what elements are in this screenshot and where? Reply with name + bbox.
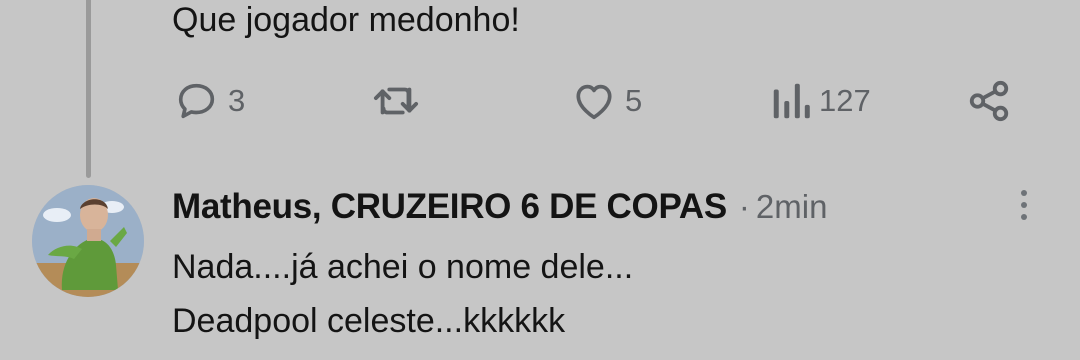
views-button[interactable]: 127 xyxy=(771,76,871,126)
vertical-dots-icon xyxy=(1021,214,1027,220)
heart-icon xyxy=(571,78,617,124)
speech-bubble-icon xyxy=(174,78,220,124)
reply-count: 3 xyxy=(228,83,246,118)
reply-header: Matheus, CRUZEIRO 6 DE COPAS · 2min xyxy=(172,185,827,229)
reply-text-line: Deadpool celeste...kkkkkk xyxy=(172,302,566,340)
vertical-dots-icon xyxy=(1021,190,1027,196)
author-name[interactable]: Matheus, CRUZEIRO 6 DE COPAS xyxy=(172,187,727,227)
like-button[interactable]: 5 xyxy=(571,76,642,126)
reply-tweet-text: Nada....já achei o nome dele... Deadpool… xyxy=(172,240,633,348)
vertical-dots-icon xyxy=(1021,202,1027,208)
tweet-action-bar: 3 5 127 xyxy=(0,76,1080,126)
retweet-button[interactable] xyxy=(370,76,430,126)
like-count: 5 xyxy=(625,83,643,118)
parent-tweet-text: Que jogador medonho! xyxy=(172,1,520,39)
view-count: 127 xyxy=(819,83,871,118)
more-options-button[interactable] xyxy=(1006,185,1042,225)
reply-text-line: Nada....já achei o nome dele... xyxy=(172,248,634,286)
avatar[interactable] xyxy=(32,185,144,297)
reply-button[interactable]: 3 xyxy=(174,76,245,126)
bar-chart-icon xyxy=(771,78,811,124)
retweet-arrows-icon xyxy=(370,78,422,124)
timestamp[interactable]: 2min xyxy=(756,188,828,226)
share-button[interactable] xyxy=(966,76,1012,126)
share-nodes-icon xyxy=(966,78,1012,124)
separator-dot: · xyxy=(738,188,750,225)
